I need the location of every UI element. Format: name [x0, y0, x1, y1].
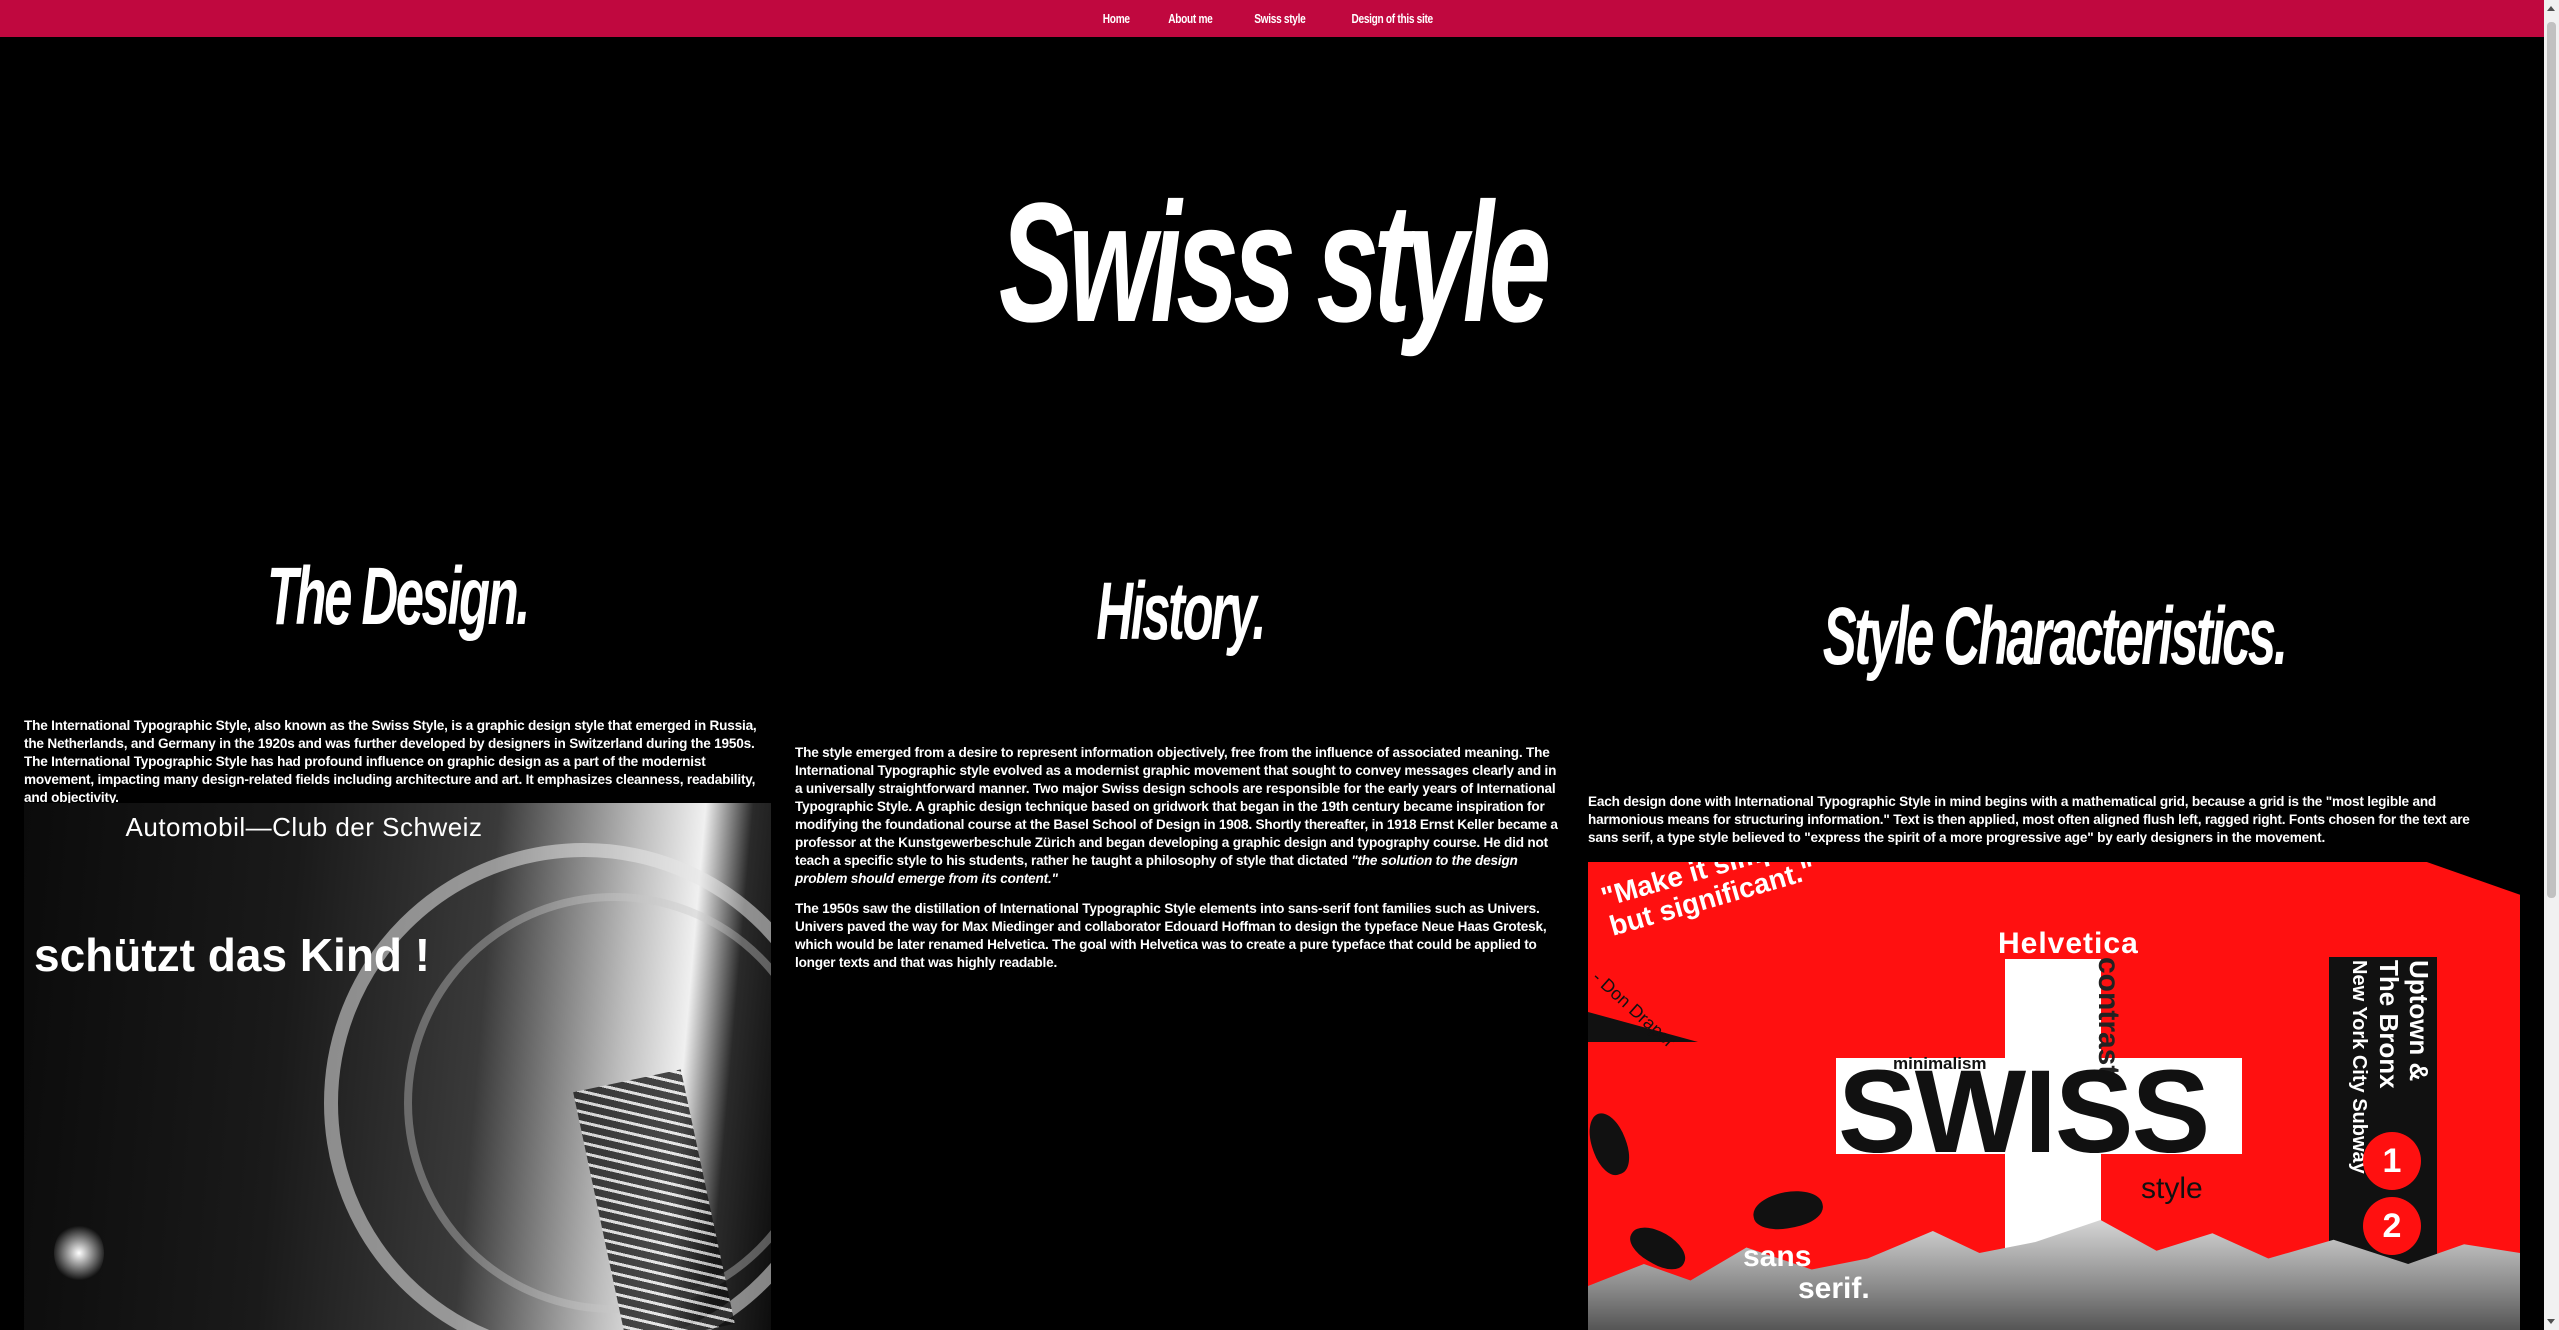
poster-swiss-word: SWISS	[1838, 1046, 2210, 1178]
poster-club-name: Automobil—Club der Schweiz	[125, 812, 483, 842]
subway-line-text: The Bronx	[2374, 960, 2404, 1089]
subway-line-text: New York City Subway	[2348, 960, 2370, 1174]
design-heading: The Design.	[267, 551, 530, 642]
subway-line-text: Uptown &	[2404, 960, 2434, 1082]
characteristics-paragraph: Each design done with International Typo…	[1588, 794, 2470, 845]
design-section-header: The Design.	[24, 550, 771, 644]
subway-line-1-badge: 1	[2363, 1132, 2421, 1190]
history-paragraph-block: The style emerged from a desire to repre…	[795, 744, 1565, 972]
design-paragraph-block: The International Typographic Style, als…	[24, 717, 771, 807]
top-nav: Home About me Swiss style Design of this…	[0, 0, 2544, 37]
design-paragraph: The International Typographic Style, als…	[24, 718, 757, 805]
poster-sans-word: sans	[1743, 1240, 1812, 1273]
characteristics-heading: Style Characteristics.	[1822, 591, 2288, 682]
nav-home-link[interactable]: Home	[1103, 11, 1130, 26]
scroll-down-arrow-icon[interactable]	[2547, 1319, 2555, 1324]
history-paragraph-2: The 1950s saw the distillation of Intern…	[795, 901, 1547, 970]
history-paragraph-1-text: The style emerged from a desire to repre…	[795, 745, 1558, 868]
hero: Swiss style	[0, 165, 2544, 361]
characteristics-paragraph-block: Each design done with International Typo…	[1588, 793, 2488, 847]
automobil-club-poster: Automobil—Club der Schweiz schützt das K…	[24, 803, 771, 1330]
nav-about-link[interactable]: About me	[1168, 11, 1213, 26]
poster-quote: "Make it simple, but significant."	[1598, 862, 1819, 942]
poster-helvetica-word: Helvetica	[1998, 927, 2139, 960]
footprint-icon	[1588, 1108, 1636, 1180]
subway-line-2-badge: 2	[2363, 1197, 2421, 1255]
poster-headline: schützt das Kind !	[34, 929, 431, 981]
history-heading: History.	[1096, 566, 1266, 657]
poster-style-word: style	[2141, 1172, 2203, 1205]
nav-design-link[interactable]: Design of this site	[1352, 11, 1434, 26]
history-section-header: History.	[795, 565, 1565, 659]
characteristics-section-header: Style Characteristics.	[1588, 590, 2520, 684]
scroll-up-arrow-icon[interactable]	[2547, 6, 2555, 11]
poster-serif-word: serif.	[1798, 1272, 1870, 1305]
poster-light-glow	[54, 1223, 104, 1283]
history-paragraph-1: The style emerged from a desire to repre…	[795, 744, 1565, 888]
scrollbar-thumb[interactable]	[2547, 22, 2556, 898]
footprint-icon	[1750, 1186, 1826, 1234]
swiss-style-poster: "Make it simple, but significant." - Don…	[1588, 862, 2520, 1330]
page-title: Swiss style	[998, 168, 1551, 358]
nav-swiss-style-link[interactable]: Swiss style	[1254, 11, 1306, 26]
page-scrollbar[interactable]	[2544, 0, 2559, 1330]
